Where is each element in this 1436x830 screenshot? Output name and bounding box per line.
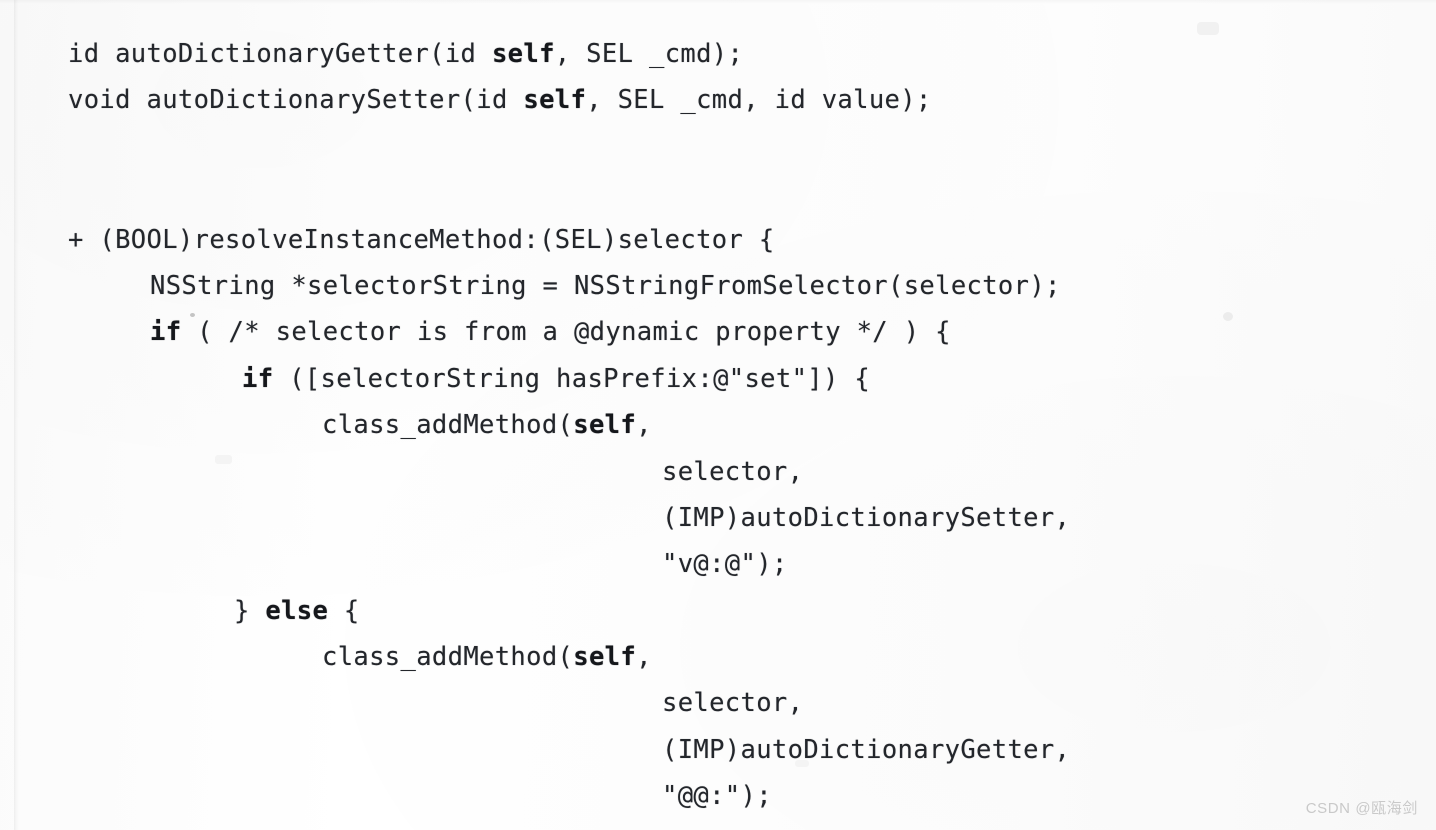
code-text: } bbox=[234, 595, 266, 626]
code-keyword: self bbox=[523, 85, 587, 116]
code-text: (IMP)autoDictionarySetter, bbox=[662, 502, 1071, 533]
code-text: ([selectorString hasPrefix:@"set"]) { bbox=[273, 363, 871, 394]
code-line: class_addMethod(self, bbox=[0, 634, 1436, 680]
code-text: { bbox=[328, 595, 360, 626]
code-line: class_addMethod(self, bbox=[0, 402, 1436, 448]
code-line: if ([selectorString hasPrefix:@"set"]) { bbox=[0, 356, 1436, 402]
csdn-watermark: CSDN @瓯海剑 bbox=[1305, 800, 1418, 817]
code-line: NSString *selectorString = NSStringFromS… bbox=[0, 263, 1436, 309]
code-text: (IMP)autoDictionaryGetter, bbox=[662, 734, 1071, 765]
code-text: + (BOOL)resolveInstanceMethod:(SEL)selec… bbox=[68, 224, 775, 255]
code-keyword: if bbox=[242, 363, 274, 394]
code-text: void autoDictionarySetter(id bbox=[68, 85, 524, 116]
code-text: NSString *selectorString = NSStringFromS… bbox=[150, 270, 1061, 301]
code-keyword: else bbox=[265, 595, 329, 626]
code-text: "@@:"); bbox=[662, 781, 772, 812]
code-line: (IMP)autoDictionarySetter, bbox=[0, 495, 1436, 541]
code-text: , bbox=[636, 410, 652, 441]
code-text: class_addMethod( bbox=[322, 410, 574, 441]
code-line: id autoDictionaryGetter(id self, SEL _cm… bbox=[0, 31, 1436, 77]
code-line: "@@:"); bbox=[0, 773, 1436, 819]
code-listing: id autoDictionaryGetter(id self, SEL _cm… bbox=[0, 13, 1436, 820]
code-text: class_addMethod( bbox=[322, 642, 574, 673]
code-keyword: self bbox=[573, 642, 637, 673]
code-line: void autoDictionarySetter(id self, SEL _… bbox=[0, 77, 1436, 123]
code-text: ( /* selector is from a @dynamic propert… bbox=[181, 317, 951, 348]
code-line: selector, bbox=[0, 680, 1436, 726]
code-line: "v@:@"); bbox=[0, 541, 1436, 587]
code-line: } else { bbox=[0, 588, 1436, 634]
code-keyword: if bbox=[150, 317, 182, 348]
code-text: , SEL _cmd, id value); bbox=[586, 85, 932, 116]
code-text: "v@:@"); bbox=[662, 549, 788, 580]
code-text: selector, bbox=[662, 456, 804, 487]
code-line: (IMP)autoDictionaryGetter, bbox=[0, 727, 1436, 773]
code-text: , bbox=[636, 642, 652, 673]
code-keyword: self bbox=[491, 39, 555, 69]
code-line: if ( /* selector is from a @dynamic prop… bbox=[0, 309, 1436, 355]
code-text: , SEL _cmd); bbox=[554, 39, 744, 69]
code-keyword: self bbox=[573, 410, 637, 441]
code-line: + (BOOL)resolveInstanceMethod:(SEL)selec… bbox=[0, 217, 1436, 263]
scan-edge-top bbox=[0, 0, 1436, 4]
code-line: selector, bbox=[0, 449, 1436, 495]
code-text: id autoDictionaryGetter(id bbox=[68, 39, 492, 69]
code-text: selector, bbox=[662, 688, 804, 719]
scanned-page: id autoDictionaryGetter(id self, SEL _cm… bbox=[0, 0, 1436, 830]
